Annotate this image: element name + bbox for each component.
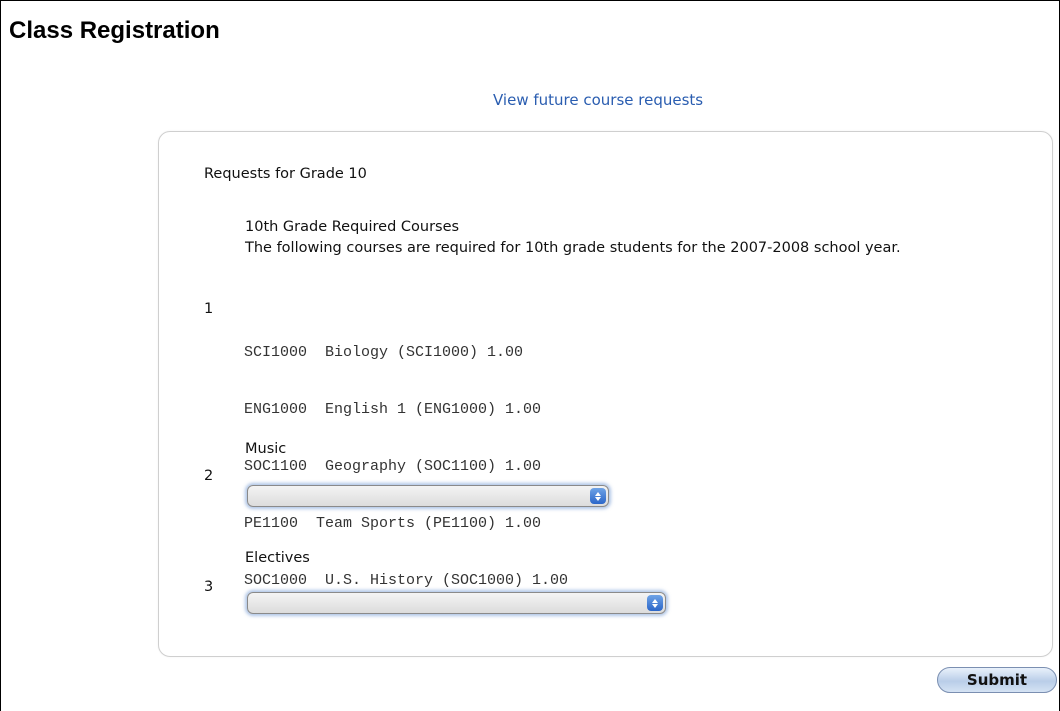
music-label: Music (245, 441, 287, 457)
course-item: PE1100 Team Sports (PE1100) 1.00 (244, 515, 542, 532)
view-future-requests-link[interactable]: View future course requests (493, 91, 703, 109)
course-item: SOC1000 U.S. History (SOC1000) 1.00 (244, 572, 569, 589)
required-courses-description: The following courses are required for 1… (245, 240, 901, 256)
course-item: ENG1000 English 1 (ENG1000) 1.00 (244, 401, 542, 418)
required-courses-title: 10th Grade Required Courses (245, 219, 460, 235)
page-title: Class Registration (9, 17, 220, 44)
up-down-arrows-icon (590, 488, 606, 504)
electives-select[interactable] (247, 592, 666, 614)
course-item: SCI1000 Biology (SCI1000) 1.00 (244, 344, 524, 361)
course-item: SOC1100 Geography (SOC1100) 1.00 (244, 458, 542, 475)
submit-button[interactable]: Submit (937, 667, 1057, 693)
up-down-arrows-icon (647, 595, 663, 611)
electives-label: Electives (245, 550, 310, 566)
row-number-2: 2 (204, 468, 214, 484)
row-number-3: 3 (204, 579, 214, 595)
music-select[interactable] (247, 485, 609, 507)
grade-heading: Requests for Grade 10 (204, 166, 367, 182)
row-number-1: 1 (204, 301, 214, 317)
